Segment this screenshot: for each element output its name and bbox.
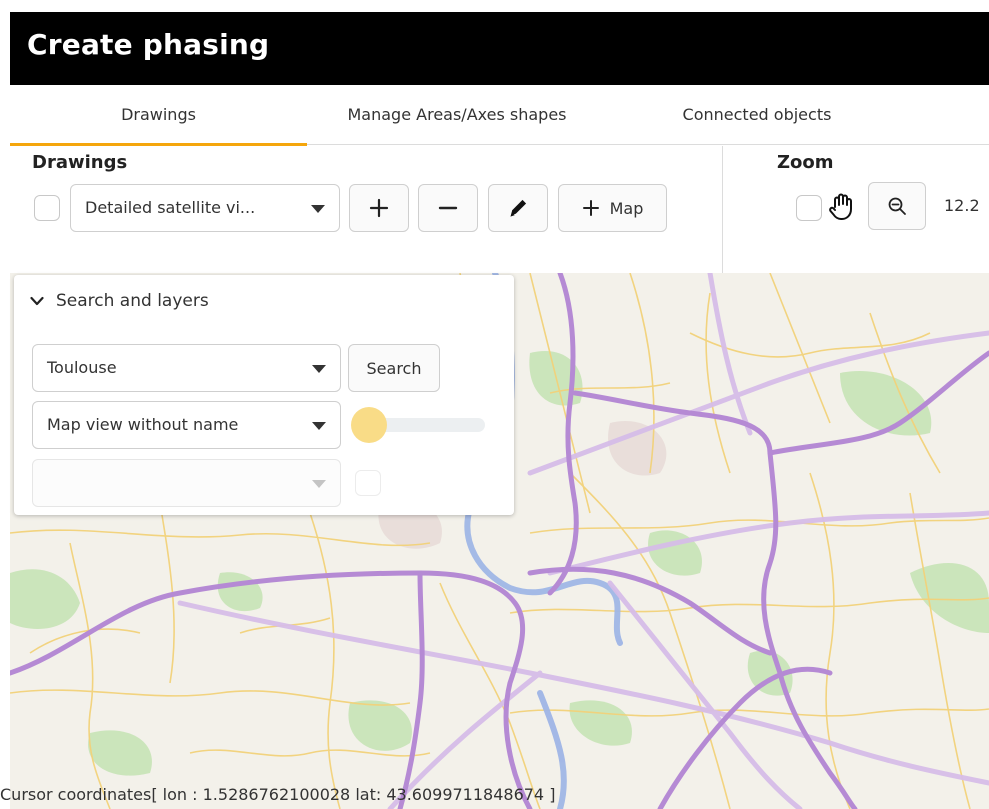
map-view-select-value: Map view without name — [47, 415, 239, 434]
tab-bar: Drawings Manage Areas/Axes shapes Connec… — [10, 85, 989, 146]
layer-checkbox[interactable] — [355, 470, 381, 496]
opacity-slider-thumb[interactable] — [351, 407, 387, 443]
add-map-button[interactable]: Map — [558, 184, 667, 232]
chevron-down-icon — [312, 480, 326, 488]
drawings-section-title: Drawings — [32, 152, 128, 173]
location-select-value: Toulouse — [47, 358, 117, 377]
window-title: Create phasing — [27, 28, 270, 61]
zoom-section-title: Zoom — [777, 152, 834, 173]
coords-suffix: ] — [544, 785, 556, 804]
add-map-label: Map — [609, 198, 644, 218]
toolbar-divider — [722, 146, 723, 273]
edit-drawing-button[interactable] — [488, 184, 548, 232]
add-drawing-button[interactable] — [349, 184, 409, 232]
search-and-layers-label: Search and layers — [56, 291, 209, 311]
zoom-level: 12.2 — [944, 196, 980, 215]
pencil-icon — [510, 199, 527, 217]
zoom-out-button[interactable] — [868, 182, 926, 230]
coords-lon: 1.5286762100028 — [202, 785, 351, 804]
layer-select[interactable] — [32, 459, 341, 507]
plus-icon — [369, 198, 389, 218]
chevron-down-icon — [312, 365, 326, 373]
coords-lat-label: lat: — [350, 785, 387, 804]
cursor-coordinates: Cursor coordinates[ lon : 1.528676210002… — [0, 781, 555, 809]
chevron-down-icon — [30, 296, 44, 306]
chevron-down-icon — [312, 422, 326, 430]
plus-icon — [582, 200, 599, 216]
coords-prefix: Cursor coordinates[ lon : — [0, 785, 203, 804]
minus-icon — [438, 206, 458, 210]
drawing-select[interactable]: Detailed satellite vi... — [70, 184, 340, 232]
drawings-checkbox[interactable] — [34, 195, 60, 221]
hand-icon[interactable] — [827, 190, 859, 226]
map-view-select[interactable]: Map view without name — [32, 401, 341, 449]
title-bar: Create phasing — [10, 12, 989, 85]
tab-manage-areas-axes-shapes[interactable]: Manage Areas/Axes shapes — [307, 85, 607, 145]
search-button-label: Search — [366, 358, 422, 378]
location-select[interactable]: Toulouse — [32, 344, 341, 392]
chevron-down-icon — [311, 205, 325, 213]
tab-connected-objects[interactable]: Connected objects — [607, 85, 907, 145]
remove-drawing-button[interactable] — [418, 184, 478, 232]
zoom-checkbox[interactable] — [796, 195, 822, 221]
zoom-out-icon — [888, 197, 906, 215]
coords-lat: 43.6099711848674 — [386, 785, 545, 804]
drawing-select-value: Detailed satellite vi... — [85, 198, 256, 217]
search-and-layers-toggle[interactable]: Search and layers — [30, 289, 209, 313]
search-button[interactable]: Search — [348, 344, 440, 392]
tab-drawings[interactable]: Drawings — [10, 85, 307, 146]
